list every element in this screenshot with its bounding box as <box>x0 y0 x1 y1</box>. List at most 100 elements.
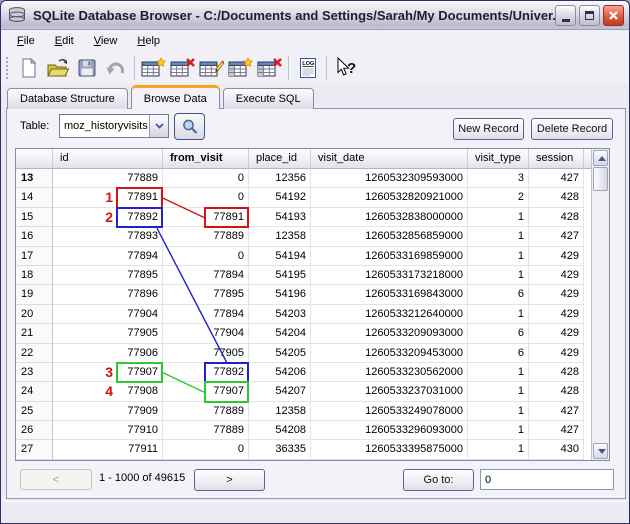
row-header-21[interactable]: 21 <box>16 324 53 343</box>
cell-place_id[interactable]: 12356 <box>249 169 311 188</box>
cell-visit_date[interactable]: 1260533212640000 <box>311 305 468 324</box>
previous-page-button[interactable]: < <box>20 469 92 490</box>
cell-place_id[interactable]: 54206 <box>249 363 311 382</box>
cell-from_visit[interactable]: 0 <box>163 440 249 459</box>
minimize-button[interactable] <box>555 5 576 26</box>
cell-place_id[interactable]: 54192 <box>249 188 311 207</box>
cell-session[interactable]: 429 <box>529 344 584 363</box>
cell-id[interactable]: 77892 <box>53 208 163 227</box>
toolbar-drag-handle[interactable] <box>6 57 9 79</box>
cell-place_id[interactable]: 54204 <box>249 324 311 343</box>
table-select[interactable]: moz_historyvisits <box>59 114 169 138</box>
cell-from_visit[interactable]: 77889 <box>163 402 249 421</box>
column-header-visit_date[interactable]: visit_date <box>311 149 468 169</box>
cell-place_id[interactable]: 12358 <box>249 402 311 421</box>
cell-visit_date[interactable]: 1260533230562000 <box>311 363 468 382</box>
cell-session[interactable]: 429 <box>529 266 584 285</box>
cell-visit_type[interactable]: 1 <box>468 402 529 421</box>
goto-input[interactable] <box>480 469 614 490</box>
cell-from_visit[interactable]: 77889 <box>163 421 249 440</box>
cell-visit_date[interactable]: 1260532309593000 <box>311 169 468 188</box>
maximize-button[interactable] <box>579 5 600 26</box>
revert-changes-button[interactable] <box>101 54 130 82</box>
cell-id[interactable]: 77910 <box>53 421 163 440</box>
cell-visit_date[interactable]: 1260532838000000 <box>311 208 468 227</box>
cell-visit_type[interactable]: 1 <box>468 266 529 285</box>
cell-from_visit[interactable]: 77895 <box>163 285 249 304</box>
scroll-thumb[interactable] <box>593 167 608 191</box>
menu-help[interactable]: Help <box>129 32 168 50</box>
save-database-button[interactable] <box>72 54 101 82</box>
cell-place_id[interactable]: 54208 <box>249 421 311 440</box>
cell-id[interactable]: 77891 <box>53 188 163 207</box>
cell-from_visit[interactable]: 77904 <box>163 324 249 343</box>
modify-table-button[interactable] <box>197 54 226 82</box>
cell-visit_type[interactable]: 1 <box>468 421 529 440</box>
cell-session[interactable]: 428 <box>529 188 584 207</box>
create-table-button[interactable] <box>139 54 168 82</box>
cell-from_visit[interactable]: 0 <box>163 169 249 188</box>
row-header-20[interactable]: 20 <box>16 305 53 324</box>
cell-id[interactable]: 77889 <box>53 169 163 188</box>
cell-session[interactable]: 429 <box>529 305 584 324</box>
row-header-13[interactable]: 13 <box>16 169 53 188</box>
cell-visit_type[interactable]: 1 <box>468 208 529 227</box>
search-button[interactable] <box>174 113 205 140</box>
menu-view[interactable]: View <box>86 32 126 50</box>
cell-session[interactable]: 427 <box>529 227 584 246</box>
cell-session[interactable]: 427 <box>529 402 584 421</box>
cell-visit_type[interactable]: 6 <box>468 285 529 304</box>
cell-session[interactable]: 429 <box>529 324 584 343</box>
cell-visit_date[interactable]: 1260533296093000 <box>311 421 468 440</box>
cell-visit_date[interactable]: 1260533173218000 <box>311 266 468 285</box>
cell-id[interactable]: 77907 <box>53 363 163 382</box>
cell-visit_type[interactable]: 1 <box>468 363 529 382</box>
cell-place_id[interactable]: 54193 <box>249 208 311 227</box>
tab-database-structure[interactable]: Database Structure <box>7 88 128 109</box>
grid-corner-cell[interactable] <box>16 149 53 169</box>
cell-session[interactable]: 428 <box>529 208 584 227</box>
cell-id[interactable]: 77911 <box>53 440 163 459</box>
column-header-from_visit[interactable]: from_visit <box>163 149 249 169</box>
cell-place_id[interactable]: 54196 <box>249 285 311 304</box>
row-header-16[interactable]: 16 <box>16 227 53 246</box>
cell-visit_type[interactable]: 3 <box>468 169 529 188</box>
titlebar[interactable]: SQLite Database Browser - C:/Documents a… <box>1 1 629 30</box>
new-database-button[interactable] <box>14 54 43 82</box>
cell-place_id[interactable]: 54205 <box>249 344 311 363</box>
cell-visit_type[interactable]: 1 <box>468 227 529 246</box>
cell-visit_date[interactable]: 1260533209453000 <box>311 344 468 363</box>
cell-from_visit[interactable]: 77892 <box>163 363 249 382</box>
cell-id[interactable]: 77895 <box>53 266 163 285</box>
next-page-button[interactable]: > <box>194 469 265 491</box>
row-header-18[interactable]: 18 <box>16 266 53 285</box>
cell-from_visit[interactable]: 0 <box>163 188 249 207</box>
row-header-22[interactable]: 22 <box>16 344 53 363</box>
table-select-dropdown-button[interactable] <box>149 115 168 137</box>
cell-id[interactable]: 77893 <box>53 227 163 246</box>
cell-visit_type[interactable]: 1 <box>468 382 529 401</box>
cell-visit_type[interactable]: 6 <box>468 324 529 343</box>
cell-visit_date[interactable]: 1260532856859000 <box>311 227 468 246</box>
row-header-26[interactable]: 26 <box>16 421 53 440</box>
cell-from_visit[interactable]: 77905 <box>163 344 249 363</box>
create-index-button[interactable] <box>226 54 255 82</box>
cell-session[interactable]: 429 <box>529 247 584 266</box>
column-header-session[interactable]: session <box>529 149 584 169</box>
delete-record-button[interactable]: Delete Record <box>531 118 613 140</box>
cell-place_id[interactable]: 54194 <box>249 247 311 266</box>
close-button[interactable] <box>603 5 624 26</box>
row-header-27[interactable]: 27 <box>16 440 53 459</box>
new-record-button[interactable]: New Record <box>453 118 524 140</box>
cell-visit_date[interactable]: 1260533169859000 <box>311 247 468 266</box>
cell-id[interactable]: 77894 <box>53 247 163 266</box>
scroll-up-button[interactable] <box>593 150 608 166</box>
cell-visit_date[interactable]: 1260533395875000 <box>311 440 468 459</box>
delete-index-button[interactable] <box>255 54 284 82</box>
cell-visit_date[interactable]: 1260533249078000 <box>311 402 468 421</box>
cell-visit_type[interactable]: 2 <box>468 188 529 207</box>
cell-session[interactable]: 428 <box>529 363 584 382</box>
cell-from_visit[interactable]: 77891 <box>163 208 249 227</box>
cell-visit_date[interactable]: 1260533209093000 <box>311 324 468 343</box>
goto-button[interactable]: Go to: <box>403 469 474 491</box>
